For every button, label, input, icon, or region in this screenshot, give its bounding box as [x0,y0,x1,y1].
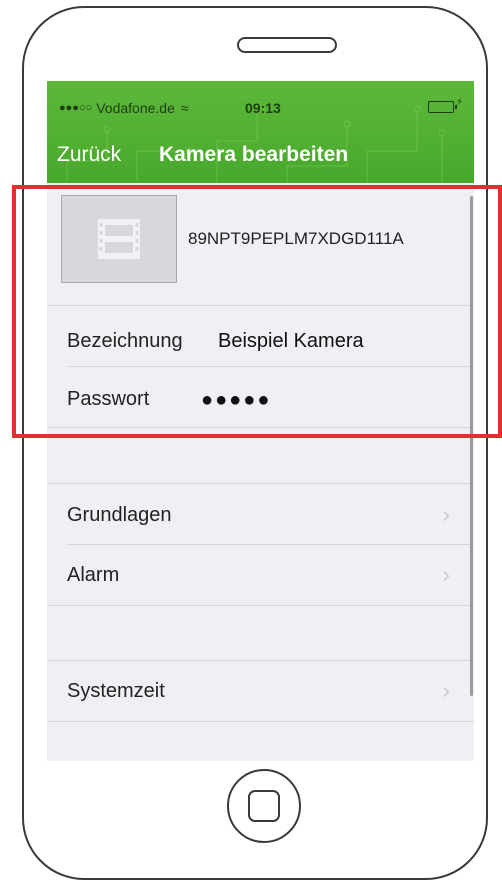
chevron-right-icon: › [442,678,450,703]
speaker-icon [237,37,337,53]
divider [47,605,474,606]
status-time: 09:13 [245,100,281,116]
back-button[interactable]: Zurück [57,143,121,167]
menu-item-systemzeit[interactable]: Systemzeit › [47,661,474,721]
home-square-icon [248,790,280,822]
status-bar: ●●●○○ Vodafone.de ≈ 09:13 ⚡ [59,97,463,119]
wifi-icon: ≈ [180,100,189,116]
chevron-right-icon: › [442,502,450,527]
chevron-right-icon: › [442,562,450,587]
home-button[interactable] [227,769,301,843]
signal-strength-icon: ●●●○○ [59,102,93,114]
menu-item-label: Alarm [67,563,120,586]
highlight-box [12,185,502,438]
battery-icon [428,101,457,113]
divider [47,483,474,484]
page-title: Kamera bearbeiten [159,143,349,166]
navigation-bar: ●●●○○ Vodafone.de ≈ 09:13 ⚡ Zurück Kamer… [47,81,474,183]
menu-item-label: Grundlagen [67,503,172,526]
divider [47,721,474,722]
charging-icon: ⚡ [455,97,463,108]
carrier-name: Vodafone.de [96,100,175,116]
menu-item-grundlagen[interactable]: Grundlagen › [47,485,474,545]
menu-item-alarm[interactable]: Alarm › [47,545,474,605]
menu-item-label: Systemzeit [67,679,165,702]
